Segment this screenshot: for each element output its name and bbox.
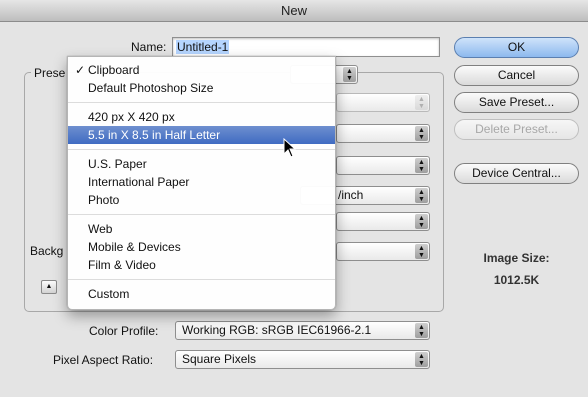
name-input[interactable]: Untitled-1 [172,37,440,57]
preset-menu-item-label: Mobile & Devices [88,240,181,254]
cancel-button[interactable]: Cancel [454,65,579,86]
height-unit-popup[interactable]: ▲ ▼ [336,156,430,175]
preset-menu-item[interactable]: Film & Video [68,256,335,274]
popup-stepper-icon: ▲ ▼ [415,214,428,229]
preset-menu-item-label: 5.5 in X 8.5 in Half Letter [88,128,221,142]
delete-preset-button: Delete Preset... [454,119,579,140]
name-value: Untitled-1 [176,40,230,54]
preset-menu-item-label: Photo [88,193,120,207]
resolution-unit-value: /inch [338,188,364,202]
preset-menu-item-label: Film & Video [88,258,156,272]
preset-menu-item-label: International Paper [88,175,190,189]
preset-menu-item[interactable]: Custom [68,285,335,303]
size-popup: ▲ ▼ [336,93,430,112]
color-profile-popup[interactable]: Working RGB: sRGB IEC61966-2.1 ▲ ▼ [175,321,430,340]
preset-menu-item-label: Web [88,222,113,236]
preset-menu-item-label: U.S. Paper [88,157,147,171]
preset-menu-item-label: 420 px X 420 px [88,110,175,124]
popup-stepper-icon: ▲ ▼ [415,323,428,338]
background-popup[interactable]: ▲ ▼ [336,242,430,261]
color-profile-value: Working RGB: sRGB IEC61966-2.1 [182,323,372,337]
image-size-label: Image Size: [483,251,550,265]
popup-stepper-icon: ▲ ▼ [415,126,428,141]
popup-stepper-icon: ▲ ▼ [343,67,356,82]
preset-dropdown-menu: ✓ Clipboard Default Photoshop Size 420 px X… [67,56,336,310]
preset-menu-item[interactable]: Default Photoshop Size [68,79,335,97]
preset-menu-item[interactable]: Photo [68,191,335,209]
popup-stepper-icon: ▲ ▼ [415,352,428,367]
menu-separator [68,102,335,103]
window-title: New [0,0,588,22]
color-profile-label: Color Profile: [89,324,159,338]
popup-stepper-icon: ▲ ▼ [415,95,428,110]
preset-menu-item-label: Custom [88,287,130,301]
popup-stepper-icon: ▲ ▼ [415,244,428,259]
preset-menu-item[interactable]: Web [68,220,335,238]
preset-menu-item-label: Default Photoshop Size [88,81,214,95]
save-preset-button[interactable]: Save Preset... [454,92,579,113]
pixel-aspect-value: Square Pixels [182,352,257,366]
ok-button[interactable]: OK [454,37,579,58]
disclosure-triangle-icon[interactable]: ▲ [41,280,57,294]
pixel-aspect-popup[interactable]: Square Pixels ▲ ▼ [175,350,430,369]
device-central-button[interactable]: Device Central... [454,163,579,184]
menu-separator [68,214,335,215]
checkmark-icon: ✓ [75,63,86,77]
preset-menu-item[interactable]: Mobile & Devices [68,238,335,256]
image-size-value: 1012.5K [493,273,540,287]
preset-menu-item[interactable]: International Paper [68,173,335,191]
background-label: Backg [30,244,64,258]
popup-stepper-icon: ▲ ▼ [415,158,428,173]
menu-separator [68,279,335,280]
preset-label: Prese [31,66,69,80]
pixel-aspect-label: Pixel Aspect Ratio: [53,353,154,367]
width-unit-popup[interactable]: ▲ ▼ [336,124,430,143]
color-mode-popup[interactable]: ▲ ▼ [336,212,430,231]
popup-stepper-icon: ▲ ▼ [415,188,428,203]
preset-menu-item-label: Clipboard [88,63,140,77]
preset-menu-item[interactable]: 420 px X 420 px [68,108,335,126]
preset-menu-item[interactable]: ✓ Clipboard [68,61,335,79]
name-label: Name: [131,40,167,54]
mouse-pointer-icon [283,138,297,158]
